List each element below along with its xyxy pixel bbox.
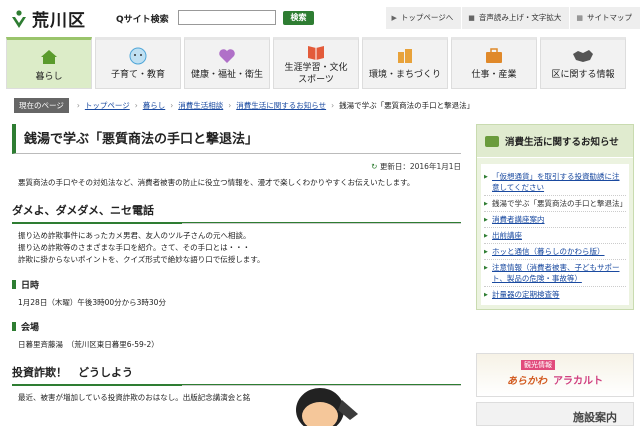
- gnav-label: 生涯学習・文化: [284, 63, 348, 73]
- updated-date: ↻ 更新日：2016年1月1日: [12, 161, 461, 172]
- gnav-item-living[interactable]: 暮らし: [6, 37, 92, 89]
- gnav-item-ward-info[interactable]: 区に関する情報: [540, 37, 626, 89]
- facility-label: 施設案内: [573, 411, 617, 424]
- sidebar-link[interactable]: ホッと通信（暮らしのかわら版）: [492, 247, 605, 256]
- body-line: 振り込め詐欺等のさまざまな手口を紹介。さて、その手口とは・・・: [18, 243, 251, 252]
- sitemap-icon: ▦: [576, 14, 583, 22]
- lead-text: 悪質商法の手口やその対処法など、消費者被害の防止に役立つ情報を、漫才で楽しくわか…: [18, 178, 415, 187]
- sidebar-heading: 消費生活に関するお知らせ: [477, 125, 633, 158]
- gnav-label: 仕事・産業: [471, 70, 517, 80]
- arakawa-emblem-icon: [12, 9, 26, 28]
- gnav-item-childcare[interactable]: 子育て・教育: [95, 37, 181, 89]
- gnav-label: 暮らし: [35, 72, 63, 82]
- gnav-label-line2: スポーツ: [298, 75, 334, 85]
- breadcrumb-link-notices[interactable]: 消費生活に関するお知らせ: [236, 100, 326, 111]
- breadcrumb-chevron-icon: ›: [331, 101, 335, 110]
- breadcrumb-link-consumer[interactable]: 消費生活相談: [178, 100, 223, 111]
- util-link-accessibility[interactable]: ■ 音声読み上げ・文字拡大: [461, 7, 570, 29]
- util-link-label: サイトマップ: [587, 13, 632, 22]
- sidebar-item[interactable]: 出前講座: [484, 228, 626, 244]
- search-button[interactable]: 検索: [283, 11, 314, 25]
- gnav-label: 区に関する情報: [551, 70, 615, 80]
- main-content: 銭湯で学ぶ「悪質商法の手口と撃退法」 ↻ 更新日：2016年1月1日 悪質商法の…: [12, 124, 461, 404]
- sidebar-link[interactable]: 消費者講座案内: [492, 215, 545, 224]
- heart-icon: [219, 49, 235, 63]
- gnav-label: 子育て・教育: [110, 70, 165, 80]
- site-header: 荒川区 Qサイト検索 検索 ▶ トップページへ ■ 音声読み上げ・文字拡大 ▦ …: [0, 0, 640, 36]
- speaker-icon: ■: [468, 14, 475, 22]
- section-body: 最近、被害が増加している投資詐欺のおはなし。出版記念講演会と銘: [18, 393, 251, 402]
- breadcrumb-chevron-icon: ›: [76, 101, 80, 110]
- home-icon: ▶: [391, 14, 397, 22]
- sidebar-link[interactable]: 計量器の定期検査等: [492, 290, 560, 299]
- sidebar-link[interactable]: 「仮想通貨」を取引する投資勧誘に注意してください: [492, 172, 620, 192]
- gnav-item-environment[interactable]: 環境・まちづくり: [362, 37, 448, 89]
- gnav-label: 健康・福祉・衛生: [190, 70, 263, 80]
- sidebar-title: 消費生活に関するお知らせ: [505, 137, 619, 148]
- house-icon: [41, 50, 57, 64]
- sidebar-link[interactable]: 出前講座: [492, 231, 522, 240]
- breadcrumb-here-label: 現在のページ: [14, 98, 69, 113]
- sidebar-item[interactable]: ホッと通信（暮らしのかわら版）: [484, 244, 626, 260]
- briefcase-icon: [486, 48, 502, 63]
- section-body: 振り込め詐欺事件にあったカメ男君、友人のツル子さんの元へ相談。 振り込め詐欺等の…: [12, 230, 461, 266]
- sidebar-item-current: 銭湯で学ぶ「悪質商法の手口と撃退法」: [484, 196, 627, 212]
- sidebar-list: 「仮想通貨」を取引する投資勧誘に注意してください 銭湯で学ぶ「悪質商法の手口と撃…: [481, 164, 629, 305]
- gnav-item-business[interactable]: 仕事・産業: [451, 37, 537, 89]
- body-line: 振り込め詐欺事件にあったカメ男君、友人のツル子さんの元へ相談。: [18, 231, 251, 240]
- gnav-label: 環境・まちづくり: [368, 70, 441, 80]
- banner-title: あらかわ: [507, 376, 547, 387]
- banner-title-2: アラカルト: [553, 376, 603, 387]
- sidebar-item[interactable]: 計量器の定期検査等: [484, 287, 626, 302]
- sidebar-item[interactable]: 消費者講座案内: [484, 212, 626, 228]
- sidebar: 消費生活に関するお知らせ 「仮想通貨」を取引する投資勧誘に注意してください 銭湯…: [476, 124, 634, 310]
- breadcrumb: 現在のページ › トップページ › 暮らし › 消費生活相談 › 消費生活に関す…: [14, 98, 474, 113]
- util-link-label: トップページへ: [400, 13, 454, 22]
- updated-text: 更新日：2016年1月1日: [379, 162, 461, 171]
- breadcrumb-chevron-icon: ›: [228, 101, 232, 110]
- building-icon: [398, 49, 412, 63]
- bag-icon: [485, 135, 499, 147]
- sidebar-link[interactable]: 注意情報（消費者被害、子どもサポート、製品の危険・事故等）: [492, 263, 620, 283]
- when-value: 1月28日（木曜）午後3時00分から3時30分: [18, 298, 166, 307]
- child-face-icon: [129, 47, 147, 65]
- search-label: Qサイト検索: [116, 15, 169, 25]
- util-link-sitemap[interactable]: ▦ サイトマップ: [569, 7, 640, 29]
- refresh-icon: ↻: [371, 162, 378, 171]
- section-heading: 投資詐欺！ どうしよう: [12, 364, 461, 386]
- body-line: 詐欺に掛からないポイントを、クイズ形式で絶妙な語り口で伝授します。: [18, 255, 265, 264]
- gnav-item-health[interactable]: 健康・福祉・衛生: [184, 37, 270, 89]
- page-title: 銭湯で学ぶ「悪質商法の手口と撃退法」: [12, 124, 461, 154]
- global-nav: 暮らし 子育て・教育 健康・福祉・衛生 生涯学習・文化 スポーツ 環境・まちづく…: [6, 37, 626, 89]
- breadcrumb-link-living[interactable]: 暮らし: [143, 100, 166, 111]
- breadcrumb-chevron-icon: ›: [170, 101, 174, 110]
- tourism-banner[interactable]: 観光情報 あらかわ アラカルト: [476, 353, 634, 397]
- gnav-item-culture[interactable]: 生涯学習・文化 スポーツ: [273, 37, 359, 89]
- when-heading: 日時: [12, 278, 461, 291]
- banner-tag: 観光情報: [521, 360, 555, 370]
- site-logo[interactable]: 荒川区: [10, 6, 86, 31]
- logo-text: 荒川区: [32, 11, 86, 31]
- breadcrumb-chevron-icon: ›: [134, 101, 138, 110]
- search-input[interactable]: [178, 10, 276, 25]
- map-icon: [573, 50, 593, 62]
- utility-nav: ▶ トップページへ ■ 音声読み上げ・文字拡大 ▦ サイトマップ: [384, 7, 640, 29]
- facility-guide-link[interactable]: 施設案内: [476, 402, 634, 426]
- comedian-illustration: [296, 388, 358, 426]
- section-heading: ダメよ、ダメダメ、ニセ電話: [12, 202, 461, 224]
- book-icon: [308, 46, 324, 60]
- where-heading: 会場: [12, 320, 461, 333]
- breadcrumb-current: 銭湯で学ぶ「悪質商法の手口と撃退法」: [339, 101, 475, 110]
- breadcrumb-link-top[interactable]: トップページ: [85, 100, 130, 111]
- sidebar-item[interactable]: 「仮想通貨」を取引する投資勧誘に注意してください: [484, 169, 626, 196]
- util-link-top[interactable]: ▶ トップページへ: [384, 7, 462, 29]
- sidebar-box: 消費生活に関するお知らせ 「仮想通貨」を取引する投資勧誘に注意してください 銭湯…: [476, 124, 634, 310]
- util-link-label: 音声読み上げ・文字拡大: [478, 13, 562, 22]
- where-value: 日暮里斉藤湯 （荒川区東日暮里6-59-2）: [18, 340, 159, 349]
- sidebar-item[interactable]: 注意情報（消費者被害、子どもサポート、製品の危険・事故等）: [484, 260, 626, 287]
